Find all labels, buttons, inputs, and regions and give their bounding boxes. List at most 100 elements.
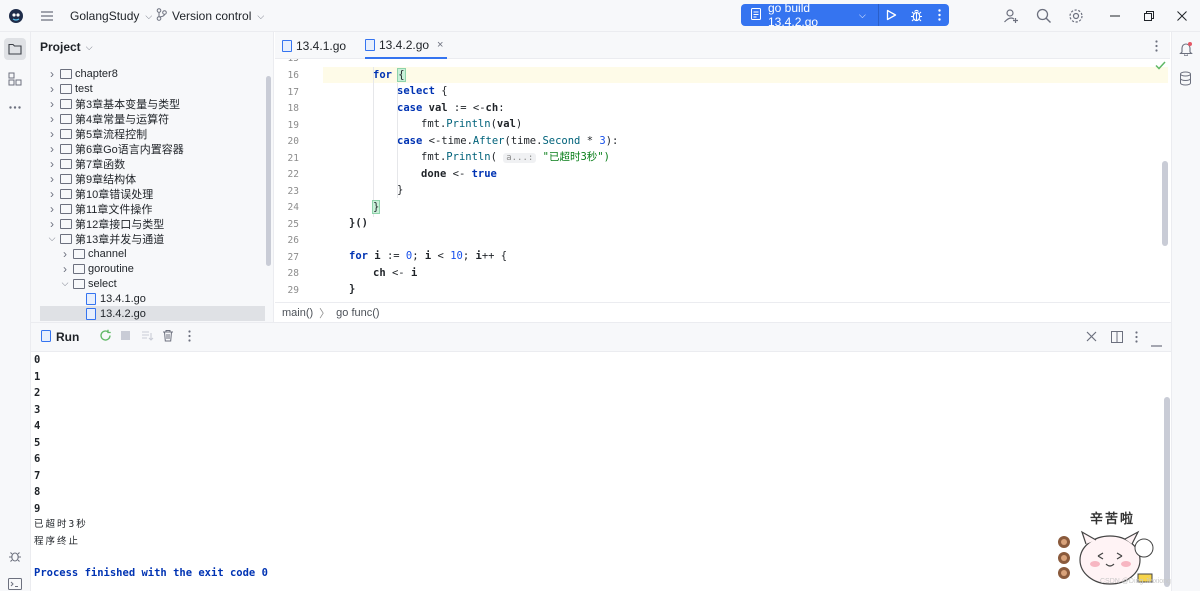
run-configuration-selector[interactable]: go build 13.4.2.go [768,1,854,29]
trash-icon[interactable] [162,329,174,345]
restore-window-icon[interactable] [1142,9,1156,23]
tree-folder-13[interactable]: › goroutine [31,261,261,276]
tree-file-15[interactable]: 13.4.1.go [31,291,261,306]
close-tab-icon[interactable]: × [437,39,443,51]
tree-folder-2[interactable]: › 第3章基本变量与类型 [31,96,261,111]
tab-13-4-2-go[interactable]: 13.4.2.go × [365,32,448,59]
folder-icon [60,233,72,244]
folder-icon [60,128,72,139]
tree-folder-7[interactable]: › 第9章结构体 [31,171,261,186]
tree-folder-10[interactable]: › 第12章接口与类型 [31,216,261,231]
minimize-panel-icon[interactable] [1151,336,1162,350]
chevron-right-icon[interactable]: › [47,187,57,201]
project-tool-window: Project ⌵ › chapter8 › test › 第3章基本变量与类型 › 第4章常… [31,32,274,322]
options-icon[interactable] [1135,331,1138,346]
code-editor[interactable]: 15 16 17 18 19 20 21 22 23 24 25 26 27 28 29 for { se… [275,59,1170,302]
editor-scrollbar[interactable] [1162,161,1168,246]
tree-folder-8[interactable]: › 第10章错误处理 [31,186,261,201]
debug-button[interactable] [904,9,929,22]
project-tree-scrollbar[interactable] [266,76,271,266]
chevron-right-icon[interactable]: › [47,217,57,231]
folder-icon [60,158,72,169]
tree-item-label: 第12章接口与类型 [75,218,165,231]
project-tool-button[interactable] [4,38,26,60]
tree-folder-12[interactable]: › channel [31,246,261,261]
tree-folder-9[interactable]: › 第11章文件操作 [31,201,261,216]
tab-13-4-1-go[interactable]: 13.4.1.go [282,32,346,59]
console-scrollbar[interactable] [1164,397,1170,587]
settings-gear-icon[interactable] [1068,8,1084,24]
folder-icon [60,98,72,109]
close-window-icon[interactable] [1175,9,1189,23]
line-number: 16 [287,70,299,81]
chevron-down-icon[interactable]: ⌵ [47,233,57,244]
breadcrumb-go-func[interactable]: go func() [336,307,379,319]
chevron-right-icon[interactable]: › [60,247,70,261]
branch-icon [156,8,167,24]
breadcrumb-main[interactable]: main() [282,307,313,319]
tree-item-label: 13.4.2.go [100,307,146,320]
chevron-right-icon[interactable]: › [47,142,57,156]
tree-item-label: goroutine [88,262,134,275]
run-configuration-widget: go build 13.4.2.go ⌵ [741,1,949,29]
chevron-right-icon[interactable]: › [47,82,57,96]
tree-folder-1[interactable]: › test [31,81,261,96]
more-tool-windows-icon[interactable] [4,96,26,118]
database-icon[interactable] [1179,71,1192,86]
tab-options-icon[interactable] [1155,40,1158,52]
console-line: 8 [34,486,41,498]
tree-folder-0[interactable]: › chapter8 [31,66,261,81]
code-area[interactable]: for { select { case val := <-ch: fmt.Pri… [323,59,1170,302]
chevron-right-icon[interactable]: › [47,157,57,171]
chevron-right-icon[interactable]: › [60,262,70,276]
chevron-right-icon[interactable]: › [47,112,57,126]
add-user-icon[interactable] [1003,8,1019,24]
chevron-right-icon[interactable]: › [47,202,57,216]
more-actions-icon[interactable] [929,9,949,21]
project-selector[interactable]: GolangStudy ⌵ [70,0,152,32]
tree-file-16[interactable]: 13.4.2.go [40,306,265,321]
more-options-icon[interactable] [188,329,191,345]
chevron-right-icon[interactable]: › [47,97,57,111]
main-menu-icon[interactable] [40,9,54,23]
chevron-right-icon[interactable]: › [47,172,57,186]
tree-folder-11[interactable]: ⌵ 第13章并发与通道 [31,231,261,246]
code-line-20: case <-time.After(time.Second * 3): [397,135,619,147]
line-number: 18 [287,103,299,114]
tree-folder-3[interactable]: › 第4章常量与运算符 [31,111,261,126]
chevron-right-icon[interactable]: › [47,127,57,141]
console-line: 7 [34,469,41,482]
tree-item-label: channel [88,247,127,260]
project-panel-header[interactable]: Project ⌵ [31,32,273,62]
rerun-icon[interactable] [99,329,112,345]
minimize-window-icon[interactable] [1108,9,1122,23]
tree-folder-6[interactable]: › 第7章函数 [31,156,261,171]
chevron-down-icon[interactable]: ⌵ [859,10,866,21]
run-button[interactable] [879,9,904,21]
folder-icon [73,278,85,289]
structure-tool-button[interactable] [4,68,26,90]
chevron-right-icon[interactable]: › [47,67,57,81]
stop-icon[interactable] [120,330,131,344]
notifications-bell-icon[interactable] [1179,41,1193,56]
chevron-down-icon[interactable]: ⌵ [60,278,70,289]
app-logo-icon[interactable] [8,8,24,24]
tree-folder-5[interactable]: › 第6章Go语言内置容器 [31,141,261,156]
breadcrumb-separator: 〉 [319,307,331,320]
right-tool-window-bar [1171,32,1200,591]
version-control-selector[interactable]: Version control ⌵ [156,0,264,32]
go-file-icon [86,292,96,305]
console-line: 3 [34,403,41,416]
run-panel-title[interactable]: Run [56,330,79,344]
terminal-tool-button[interactable] [4,573,26,591]
inspection-ok-icon[interactable] [1155,61,1166,70]
close-tab-icon[interactable] [1086,331,1097,345]
folder-icon [73,248,85,259]
search-icon[interactable] [1036,8,1052,24]
run-console-output[interactable]: 0 1 2 3 4 5 6 7 8 9 已超时3秒 程序终止 Process finished with… [31,352,1171,591]
scroll-to-end-icon[interactable] [141,330,154,345]
tree-folder-14[interactable]: ⌵ select [31,276,261,291]
layout-split-icon[interactable] [1111,331,1123,346]
tree-folder-4[interactable]: › 第5章流程控制 [31,126,261,141]
debug-tool-button[interactable] [4,545,26,567]
